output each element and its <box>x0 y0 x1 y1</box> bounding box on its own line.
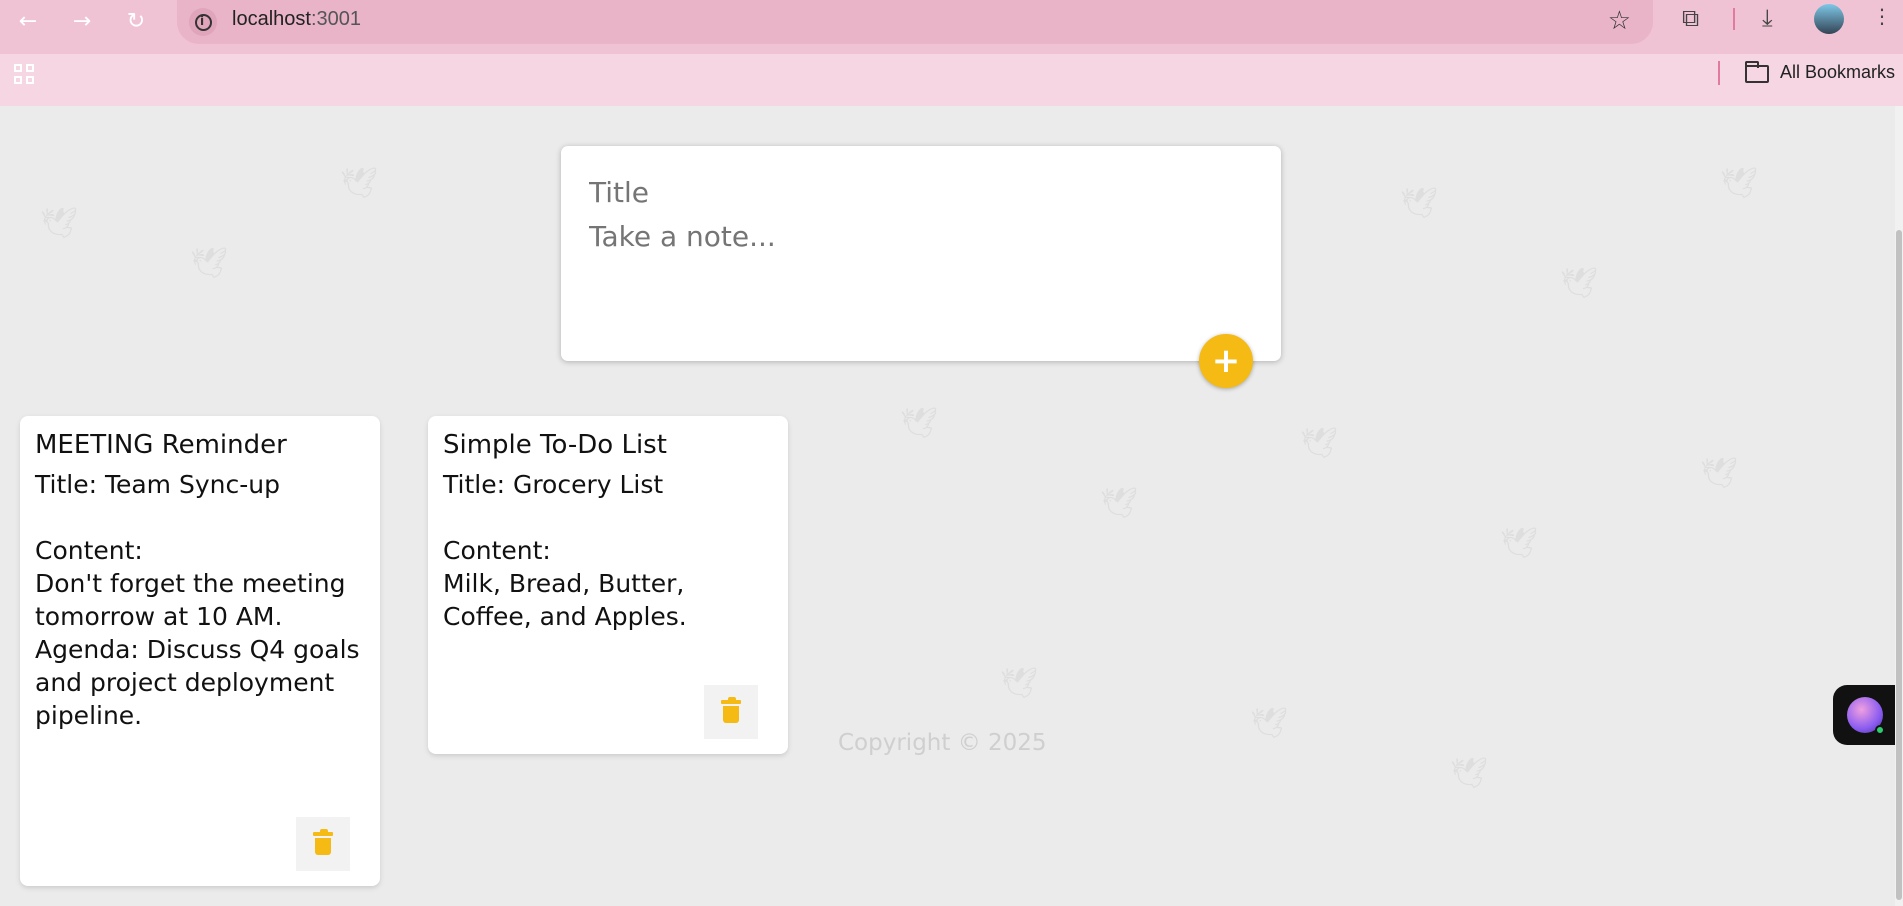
bird-pattern-icon: 🕊 <box>1400 186 1439 221</box>
bird-pattern-icon: 🕊 <box>1250 706 1289 741</box>
address-bar[interactable]: localhost:3001 ☆ <box>177 0 1653 44</box>
bird-pattern-icon: 🕊 <box>1000 666 1039 701</box>
bird-pattern-icon: 🕊 <box>1720 166 1759 201</box>
bird-pattern-icon: 🕊 <box>340 166 379 201</box>
bookmark-star-icon[interactable]: ☆ <box>1608 6 1631 36</box>
note-title: MEETING Reminder <box>35 430 287 460</box>
browser-toolbar: ← → ↻ localhost:3001 ☆ ⧉ ⤓ ⋮ All Bookmar… <box>0 0 1903 106</box>
bird-pattern-icon: 🕊 <box>1700 456 1739 491</box>
bird-pattern-icon: 🕊 <box>40 206 79 241</box>
copyright-footer: Copyright © 2025 <box>838 730 1047 756</box>
note-content: Title: Team Sync-up Content: Don't forge… <box>35 470 360 730</box>
toolbar-separator <box>1733 8 1735 30</box>
bird-pattern-icon: 🕊 <box>1560 266 1599 301</box>
reload-icon[interactable]: ↻ <box>118 4 154 40</box>
scrollbar-thumb[interactable] <box>1896 230 1902 900</box>
bird-pattern-icon: 🕊 <box>900 406 939 441</box>
assistant-widget-button[interactable] <box>1833 685 1895 745</box>
trash-icon <box>313 829 333 857</box>
bird-pattern-icon: 🕊 <box>190 246 229 281</box>
note-content: Title: Grocery List Content: Milk, Bread… <box>443 470 687 631</box>
delete-note-button[interactable] <box>704 685 758 739</box>
extensions-icon[interactable]: ⧉ <box>1682 4 1699 32</box>
forward-icon[interactable]: → <box>64 4 100 40</box>
all-bookmarks-link[interactable]: All Bookmarks <box>1780 62 1895 83</box>
url-port: :3001 <box>310 8 361 30</box>
menu-icon[interactable]: ⋮ <box>1872 4 1892 28</box>
bird-pattern-icon: 🕊 <box>1100 486 1139 521</box>
note-composer <box>561 146 1281 361</box>
apps-grid-icon[interactable] <box>14 64 36 86</box>
bird-pattern-icon: 🕊 <box>1500 526 1539 561</box>
online-status-icon <box>1875 725 1885 735</box>
back-icon[interactable]: ← <box>10 4 46 40</box>
note-card: Simple To-Do List Title: Grocery List Co… <box>428 416 788 754</box>
url-host: localhost <box>232 8 311 30</box>
add-note-button[interactable]: + <box>1199 334 1253 388</box>
site-info-icon[interactable] <box>189 8 217 36</box>
title-input[interactable] <box>589 172 1249 212</box>
trash-icon <box>721 697 741 725</box>
bookmark-separator <box>1718 61 1720 85</box>
profile-avatar[interactable] <box>1814 4 1844 34</box>
delete-note-button[interactable] <box>296 817 350 871</box>
note-content-input[interactable] <box>589 220 1249 320</box>
bird-pattern-icon: 🕊 <box>1300 426 1339 461</box>
note-title: Simple To-Do List <box>443 430 667 460</box>
url-text[interactable]: localhost:3001 <box>232 8 361 31</box>
note-card: MEETING Reminder Title: Team Sync-up Con… <box>20 416 380 886</box>
folder-icon[interactable] <box>1745 61 1769 83</box>
bird-pattern-icon: 🕊 <box>1450 756 1489 791</box>
download-icon[interactable]: ⤓ <box>1762 4 1773 32</box>
